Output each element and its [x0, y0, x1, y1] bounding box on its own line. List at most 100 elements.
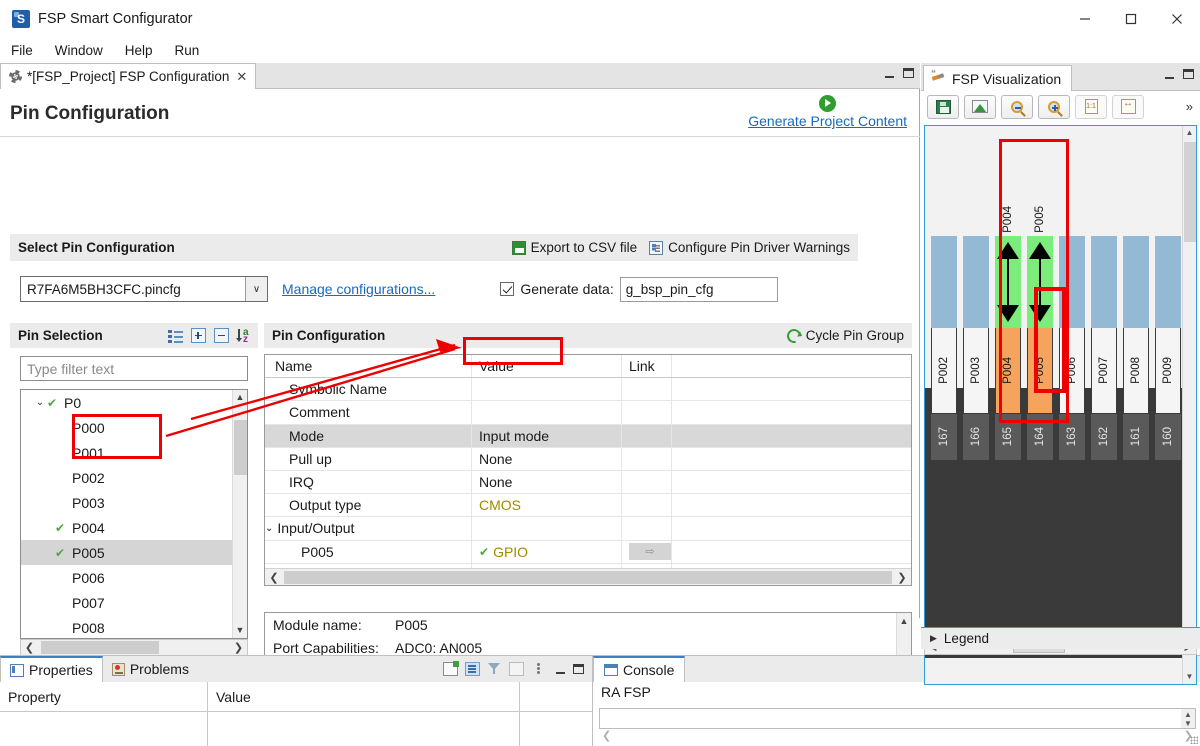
scroll-down-icon[interactable]: ▼: [233, 623, 247, 638]
maximize-icon[interactable]: [573, 664, 584, 674]
new-icon[interactable]: [443, 661, 459, 676]
pin-body[interactable]: P003: [963, 328, 989, 414]
tree-item-p002[interactable]: P002: [21, 465, 247, 490]
scroll-left-icon[interactable]: ❮: [265, 571, 283, 584]
pin-column-p002[interactable]: P002 167: [931, 236, 957, 460]
table-row[interactable]: Pull up None: [265, 447, 911, 471]
pin-diagram[interactable]: P002 167 P003 166 P004 P004 165 P005 P005 164 P006…: [925, 126, 1183, 460]
maximize-icon[interactable]: [903, 68, 914, 78]
scrollbar-thumb[interactable]: [41, 641, 159, 654]
manage-configurations-link[interactable]: Manage configurations...: [282, 281, 435, 297]
chevron-down-icon[interactable]: ⌄: [265, 523, 273, 534]
cell-value[interactable]: [472, 517, 622, 540]
filter-icon[interactable]: [487, 662, 502, 676]
tab-problems[interactable]: Problems: [103, 656, 198, 682]
tab-properties[interactable]: Properties: [0, 656, 103, 682]
pin-properties-table[interactable]: Name Value Link Symbolic Name Comment Mode…: [264, 354, 912, 586]
minimize-window-button[interactable]: [1062, 0, 1108, 38]
table-row[interactable]: IRQ None: [265, 470, 911, 495]
scroll-up-icon[interactable]: ▲: [897, 613, 911, 629]
resize-grip[interactable]: [1190, 736, 1198, 744]
pin-column-p008[interactable]: P008 161: [1123, 236, 1149, 460]
cell-value[interactable]: ✔ GPIO: [472, 540, 622, 563]
generate-project-content-button[interactable]: Generate Project Content: [748, 95, 907, 129]
visualization-vertical-scrollbar[interactable]: ▲ ▼: [1182, 126, 1196, 684]
pin-tree[interactable]: ⌄ ✔ P0 P000 P001 P002 P003 ✔ P004 ✔ P005 P006 P007 P0…: [20, 389, 248, 639]
export-to-csv-button[interactable]: Export to CSV file: [511, 240, 637, 255]
cell-value[interactable]: [472, 401, 622, 424]
cell-value[interactable]: None: [472, 470, 622, 494]
tree-item-p0[interactable]: ⌄ ✔ P0: [21, 390, 247, 415]
tree-item-p008[interactable]: P008: [21, 615, 247, 638]
close-window-button[interactable]: [1154, 0, 1200, 38]
pin-tree-vertical-scrollbar[interactable]: ▲ ▼: [232, 390, 247, 638]
visualization-canvas[interactable]: P002 167 P003 166 P004 P004 165 P005 P005 164 P006…: [924, 125, 1197, 685]
cell-value[interactable]: [472, 378, 622, 401]
tree-item-p000[interactable]: P000: [21, 415, 247, 440]
table-row[interactable]: Symbolic Name: [265, 378, 911, 402]
console-output-area[interactable]: ▲ ▼: [599, 708, 1196, 729]
scroll-up-icon[interactable]: ▲: [233, 390, 247, 405]
cell-link[interactable]: [622, 470, 672, 494]
cell-link[interactable]: [622, 424, 672, 447]
cell-link[interactable]: [622, 378, 672, 401]
fit-page-button[interactable]: [1112, 94, 1144, 119]
close-icon[interactable]: ✕: [234, 69, 249, 85]
table-row[interactable]: Output type CMOS: [265, 494, 911, 518]
zoom-in-button[interactable]: [1038, 94, 1070, 119]
menu-item-help[interactable]: Help: [114, 41, 164, 60]
cycle-pin-group-button[interactable]: Cycle Pin Group: [784, 325, 904, 346]
actual-size-button[interactable]: 1:1: [1075, 94, 1107, 119]
cell-link[interactable]: ⇨: [622, 540, 672, 563]
cell-link[interactable]: [622, 517, 672, 540]
scroll-right-icon[interactable]: ❯: [230, 641, 247, 654]
generate-data-input[interactable]: g_bsp_pin_cfg: [619, 276, 778, 302]
tree-item-p001[interactable]: P001: [21, 440, 247, 465]
minimize-icon[interactable]: [885, 69, 894, 78]
cell-value[interactable]: CMOS: [472, 494, 622, 517]
tree-item-p007[interactable]: P007: [21, 590, 247, 615]
tab-fsp-visualization[interactable]: FSP Visualization: [923, 65, 1073, 91]
table-row[interactable]: ⌄ Input/Output: [265, 517, 911, 541]
menu-item-window[interactable]: Window: [44, 41, 114, 60]
menu-item-run[interactable]: Run: [164, 41, 211, 60]
scroll-down-icon[interactable]: ▼: [1183, 670, 1196, 684]
tree-item-p004[interactable]: ✔ P004: [21, 515, 247, 540]
minimize-icon[interactable]: [556, 665, 565, 674]
chevron-down-icon[interactable]: ∨: [245, 277, 267, 301]
scrollbar-thumb[interactable]: [284, 570, 892, 584]
pin-column-p007[interactable]: P007 162: [1091, 236, 1117, 460]
toolbar-overflow-icon[interactable]: »: [1186, 99, 1193, 114]
list-icon[interactable]: [168, 328, 183, 343]
chevron-down-icon[interactable]: ⌄: [33, 397, 47, 408]
pin-body[interactable]: P002: [931, 328, 957, 414]
table-horizontal-scrollbar[interactable]: ❮ ❯: [265, 568, 911, 585]
pin-body[interactable]: P005: [1027, 328, 1053, 414]
scrollbar-thumb[interactable]: [234, 420, 247, 475]
scroll-left-icon[interactable]: ❮: [21, 641, 38, 654]
tab-console[interactable]: Console: [593, 656, 686, 682]
cell-link[interactable]: [622, 401, 672, 424]
zoom-out-button[interactable]: [1001, 94, 1033, 119]
pin-body[interactable]: P004: [995, 328, 1021, 414]
pin-body[interactable]: P008: [1123, 328, 1149, 414]
minimize-icon[interactable]: [1165, 70, 1174, 79]
maximize-window-button[interactable]: [1108, 0, 1154, 38]
console-vertical-scrollbar[interactable]: ▲ ▼: [1181, 709, 1195, 728]
pin-column-p006[interactable]: P006 163: [1059, 236, 1085, 460]
scroll-left-icon[interactable]: ❮: [602, 729, 611, 742]
tree-view-icon[interactable]: [465, 662, 480, 676]
pin-view-icon[interactable]: [509, 662, 524, 676]
table-row[interactable]: Mode Input mode: [265, 424, 911, 448]
pin-body[interactable]: P009: [1155, 328, 1181, 414]
scroll-right-icon[interactable]: ❯: [893, 571, 911, 584]
view-menu-icon[interactable]: [531, 662, 546, 676]
link-button[interactable]: ⇨: [629, 543, 671, 561]
tree-item-p005[interactable]: ✔ P005: [21, 540, 247, 565]
pin-tree-horizontal-scrollbar[interactable]: ❮ ❯: [20, 639, 248, 656]
expand-all-icon[interactable]: [191, 328, 206, 343]
cell-link[interactable]: [622, 494, 672, 517]
configure-pin-driver-warnings-button[interactable]: Configure Pin Driver Warnings: [649, 240, 850, 255]
tree-item-p003[interactable]: P003: [21, 490, 247, 515]
save-image-button[interactable]: [927, 94, 959, 119]
